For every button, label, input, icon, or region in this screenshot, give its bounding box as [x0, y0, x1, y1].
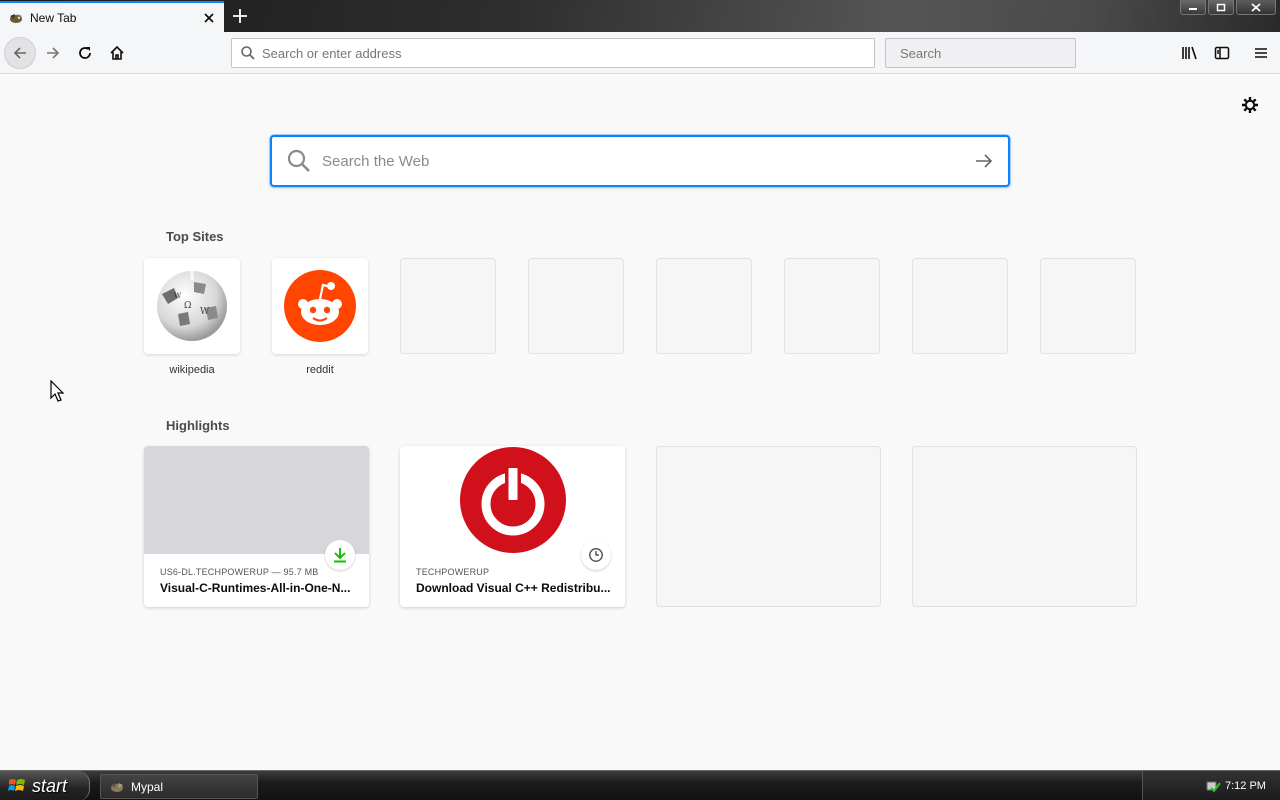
network-status-icon[interactable] [1205, 778, 1221, 794]
top-site-wikipedia[interactable]: Ω W W [144, 258, 240, 354]
minimize-button[interactable] [1180, 0, 1206, 15]
highlight-card-visited[interactable]: TECHPOWERUP Download Visual C++ Redistri… [400, 446, 625, 607]
top-site-label: wikipedia [169, 364, 215, 376]
card-title: Download Visual C++ Redistribu... [416, 581, 611, 595]
close-window-button[interactable] [1236, 0, 1276, 15]
top-site-empty-slot [912, 258, 1008, 354]
reddit-icon [284, 270, 356, 342]
top-site-empty-slot [656, 258, 752, 354]
card-badge [325, 540, 355, 570]
tab-strip: New Tab [0, 0, 1280, 32]
home-icon [110, 45, 124, 60]
svg-text:W: W [174, 292, 182, 300]
power-logo-icon [459, 447, 566, 553]
top-sites-heading: Top Sites [166, 229, 224, 244]
highlights-heading: Highlights [166, 418, 230, 433]
mypal-logo-icon [111, 782, 123, 792]
top-site-empty-slot [1040, 258, 1136, 354]
start-button[interactable]: start [0, 771, 90, 800]
back-arrow-icon [13, 47, 26, 59]
address-bar[interactable] [231, 38, 875, 68]
sidebar-icon [1214, 46, 1230, 60]
download-icon [334, 548, 346, 563]
search-submit-button[interactable] [964, 141, 1004, 181]
web-search-input[interactable] [322, 152, 964, 170]
system-tray: 7:12 PM [1142, 771, 1280, 800]
library-icon [1182, 46, 1197, 60]
tab-new-tab[interactable]: New Tab [0, 1, 224, 32]
settings-gear-icon[interactable] [1238, 93, 1262, 117]
new-tab-page: Top Sites Ω W W wikipedia [0, 74, 1280, 770]
tab-title: New Tab [30, 10, 77, 25]
address-input[interactable] [262, 45, 874, 61]
highlight-card-download[interactable]: US6-DL.TECHPOWERUP — 95.7 MB Visual-C-Ru… [144, 446, 369, 607]
new-tab-button[interactable] [226, 2, 254, 30]
search-input[interactable] [900, 45, 1076, 61]
minimize-icon [1189, 8, 1197, 10]
hamburger-menu-icon [1255, 48, 1267, 58]
restore-icon [1216, 3, 1226, 11]
taskbar-item-label: Mypal [131, 779, 164, 794]
highlight-empty-slot [656, 446, 881, 607]
web-search-box[interactable] [270, 135, 1010, 187]
library-button[interactable] [1174, 37, 1206, 69]
svg-text:Ω: Ω [184, 301, 191, 311]
start-label: start [32, 775, 68, 796]
reload-button[interactable] [69, 37, 101, 69]
clock[interactable]: 7:12 PM [1225, 780, 1266, 792]
forward-arrow-icon [47, 47, 60, 59]
search-bar[interactable] [885, 38, 1076, 68]
top-site-empty-slot [784, 258, 880, 354]
card-thumbnail [144, 446, 369, 554]
search-icon [241, 46, 255, 60]
home-button[interactable] [101, 37, 133, 69]
search-icon [287, 149, 310, 172]
card-badge [581, 540, 611, 570]
windows-logo-icon [8, 779, 25, 791]
taskbar: start Mypal 7:12 PM [0, 770, 1280, 800]
wikipedia-globe-icon: Ω W W [157, 271, 227, 341]
back-button[interactable] [4, 37, 36, 69]
arrow-right-icon [976, 154, 993, 168]
card-source: TECHPOWERUP [416, 567, 490, 577]
mypal-logo-icon [10, 13, 22, 23]
sidebar-button[interactable] [1206, 37, 1238, 69]
mouse-cursor-icon [50, 380, 65, 402]
svg-text:W: W [200, 307, 210, 317]
window-controls [1180, 0, 1276, 16]
clock-icon [589, 548, 603, 562]
card-thumbnail [400, 446, 625, 554]
card-source: US6-DL.TECHPOWERUP — 95.7 MB [160, 567, 319, 577]
close-icon [1251, 2, 1261, 12]
top-site-empty-slot [400, 258, 496, 354]
reload-icon [79, 47, 91, 59]
navigation-toolbar [0, 32, 1280, 74]
top-site-reddit[interactable] [272, 258, 368, 354]
top-site-label: reddit [306, 364, 334, 376]
close-tab-icon[interactable] [198, 7, 220, 29]
plus-icon [233, 9, 247, 23]
highlight-empty-slot [912, 446, 1137, 607]
card-title: Visual-C-Runtimes-All-in-One-N... [160, 581, 351, 595]
top-site-empty-slot [528, 258, 624, 354]
taskbar-item-mypal[interactable]: Mypal [100, 774, 258, 799]
restore-button[interactable] [1208, 0, 1234, 15]
forward-button[interactable] [37, 37, 69, 69]
menu-button[interactable] [1245, 37, 1277, 69]
